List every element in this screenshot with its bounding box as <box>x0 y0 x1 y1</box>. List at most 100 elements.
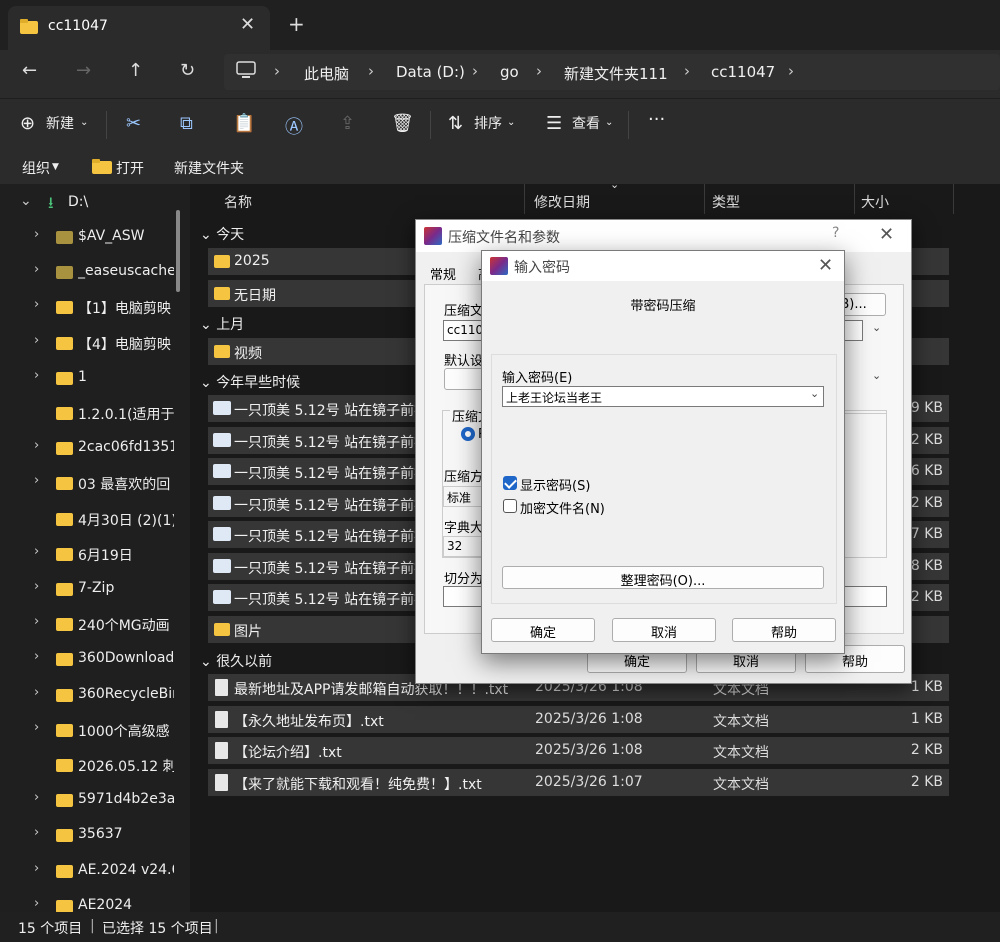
breadcrumb-go[interactable]: go <box>500 63 519 81</box>
close-icon[interactable]: ✕ <box>818 255 833 276</box>
new-tab-plus-icon[interactable]: + <box>288 12 305 36</box>
close-icon[interactable]: ✕ <box>879 224 894 245</box>
copy-icon[interactable]: ⧉ <box>180 113 193 134</box>
chevron-right-icon[interactable]: › <box>34 438 39 453</box>
sidebar-item-folder[interactable]: › 【4】电脑剪映 <box>0 326 180 360</box>
more-options-button[interactable]: ··· <box>648 109 665 130</box>
chevron-right-icon[interactable]: › <box>34 227 39 242</box>
back-arrow-icon[interactable]: ← <box>22 60 37 81</box>
chevron-right-icon[interactable]: › <box>34 685 39 700</box>
sidebar-item-folder[interactable]: › 【1】电脑剪映 <box>0 290 180 324</box>
chevron-right-icon[interactable]: › <box>34 262 39 277</box>
sidebar-item-folder[interactable]: › 1 <box>0 361 180 395</box>
cancel-button[interactable]: 取消 <box>612 618 716 642</box>
sidebar-item-folder[interactable]: › 03 最喜欢的回 <box>0 466 180 500</box>
group-header-today[interactable]: ⌄ 今天 <box>200 224 244 244</box>
chevron-right-icon[interactable]: › <box>34 579 39 594</box>
chevron-right-icon[interactable]: › <box>34 790 39 805</box>
chevron-right-icon[interactable]: › <box>34 544 39 559</box>
column-divider[interactable] <box>524 184 525 214</box>
list-item[interactable]: 【永久地址发布页】.txt 2025/3/26 1:08 文本文档 1 KB <box>208 705 949 733</box>
encrypt-names-checkbox[interactable] <box>503 499 517 513</box>
chevron-down-icon[interactable]: ⌄ <box>872 321 881 334</box>
show-password-checkbox[interactable] <box>503 476 517 490</box>
sidebar-scrollbar[interactable] <box>176 210 180 292</box>
tab-general[interactable]: 常规 <box>430 264 456 283</box>
chevron-right-icon[interactable]: › <box>34 825 39 840</box>
sidebar-item-folder[interactable]: › _easeuscache <box>0 255 180 289</box>
organize-button[interactable]: 组织 <box>22 158 50 178</box>
chevron-right-icon[interactable]: › <box>34 473 39 488</box>
column-header-type[interactable]: 类型 <box>712 192 740 212</box>
sidebar-item-folder[interactable]: › 35637 <box>0 818 180 852</box>
new-folder-button[interactable]: 新建文件夹 <box>174 158 244 178</box>
list-item[interactable]: 【论坛介绍】.txt 2025/3/26 1:08 文本文档 2 KB <box>208 737 949 764</box>
chevron-right-icon[interactable]: › <box>472 62 478 80</box>
sidebar-item-folder[interactable]: › $AV_ASW <box>0 220 180 254</box>
chevron-down-icon[interactable]: ⌄ <box>20 193 32 209</box>
delete-icon[interactable]: 🗑 <box>391 113 414 134</box>
chevron-right-icon[interactable]: › <box>368 62 374 80</box>
new-button[interactable]: 新建 <box>46 113 74 133</box>
sidebar-item-folder[interactable]: › 7-Zip <box>0 572 180 606</box>
chevron-right-icon[interactable]: › <box>34 297 39 312</box>
chevron-right-icon[interactable]: › <box>34 333 39 348</box>
sort-button[interactable]: 排序 <box>474 113 502 133</box>
organize-passwords-button[interactable]: 整理密码(O)... <box>502 566 824 589</box>
sidebar-item-folder[interactable]: › 360RecycleBin <box>0 678 180 712</box>
chevron-right-icon[interactable]: › <box>34 720 39 735</box>
chevron-right-icon[interactable]: › <box>34 368 39 383</box>
column-header-size[interactable]: 大小 <box>861 192 889 212</box>
column-divider[interactable] <box>953 184 954 214</box>
refresh-icon[interactable]: ↻ <box>180 60 195 81</box>
chevron-down-icon[interactable]: ⌄ <box>810 387 819 400</box>
open-button[interactable]: 打开 <box>116 158 144 178</box>
help-icon[interactable]: ? <box>832 225 839 241</box>
chevron-right-icon[interactable]: › <box>34 614 39 629</box>
chevron-right-icon[interactable]: › <box>536 62 542 80</box>
chevron-right-icon[interactable]: › <box>274 62 280 80</box>
column-divider[interactable] <box>704 184 705 214</box>
chevron-right-icon[interactable]: › <box>684 62 690 80</box>
rename-icon[interactable]: Ⓐ <box>285 113 303 139</box>
chevron-down-icon[interactable]: ⌄ <box>872 369 881 382</box>
chevron-right-icon[interactable]: › <box>34 896 39 911</box>
view-button[interactable]: 查看 <box>572 113 600 133</box>
sidebar-item-folder[interactable]: › 240个MG动画 <box>0 607 180 641</box>
close-icon[interactable]: ✕ <box>240 14 255 35</box>
sidebar-item-folder[interactable]: 2026.05.12 刺 <box>0 748 180 782</box>
breadcrumb-drive[interactable]: Data (D:) <box>396 63 465 81</box>
sidebar-item-folder[interactable]: › 5971d4b2e3a <box>0 783 180 817</box>
forward-arrow-icon[interactable]: → <box>76 60 91 81</box>
chevron-right-icon[interactable]: › <box>34 649 39 664</box>
ok-button[interactable]: 确定 <box>491 618 595 642</box>
column-header-date[interactable]: 修改日期 <box>534 192 590 212</box>
password-input[interactable]: 上老王论坛当老王 <box>502 386 824 407</box>
column-header-name[interactable]: 名称 <box>224 192 252 212</box>
list-item[interactable]: 【来了就能下载和观看！纯免费！】.txt 2025/3/26 1:07 文本文档 2 … <box>208 768 949 796</box>
group-header-last-month[interactable]: ⌄ 上月 <box>200 314 244 334</box>
sidebar-item-folder[interactable]: › 2cac06fd1351 <box>0 431 180 465</box>
sidebar-item-folder[interactable]: 4月30日 (2)(1) <box>0 502 180 536</box>
chevron-right-icon[interactable]: › <box>788 62 794 80</box>
address-bar[interactable]: › 此电脑 › Data (D:) › go › 新建文件夹111 › cc11… <box>224 54 1000 90</box>
sidebar-item-drive[interactable]: ⌄ ⭳ D:\ <box>0 186 180 220</box>
sidebar-item-folder[interactable]: › 360Downloads <box>0 642 180 676</box>
cut-icon[interactable]: ✂ <box>126 113 141 134</box>
group-header-long-ago[interactable]: ⌄ 很久以前 <box>200 651 272 671</box>
help-button[interactable]: 帮助 <box>732 618 836 642</box>
tab-cc11047[interactable]: cc11047 ✕ <box>8 6 270 50</box>
paste-icon[interactable]: 📋 <box>233 113 255 134</box>
up-arrow-icon[interactable]: ↑ <box>128 60 143 81</box>
radio-rar[interactable] <box>461 427 475 441</box>
column-divider[interactable] <box>854 184 855 214</box>
sidebar-item-folder[interactable]: › 6月19日 <box>0 537 180 571</box>
breadcrumb-folder111[interactable]: 新建文件夹111 <box>564 63 668 84</box>
profiles-button[interactable] <box>444 368 484 390</box>
breadcrumb-current[interactable]: cc11047 <box>711 63 775 81</box>
breadcrumb-this-pc[interactable]: 此电脑 <box>304 63 349 84</box>
share-icon[interactable]: ⇪ <box>340 113 355 134</box>
sidebar-item-folder[interactable]: 1.2.0.1(适用于C <box>0 396 180 430</box>
group-header-earlier-year[interactable]: ⌄ 今年早些时候 <box>200 372 300 392</box>
sidebar-item-folder[interactable]: › 1000个高级感 <box>0 713 180 747</box>
